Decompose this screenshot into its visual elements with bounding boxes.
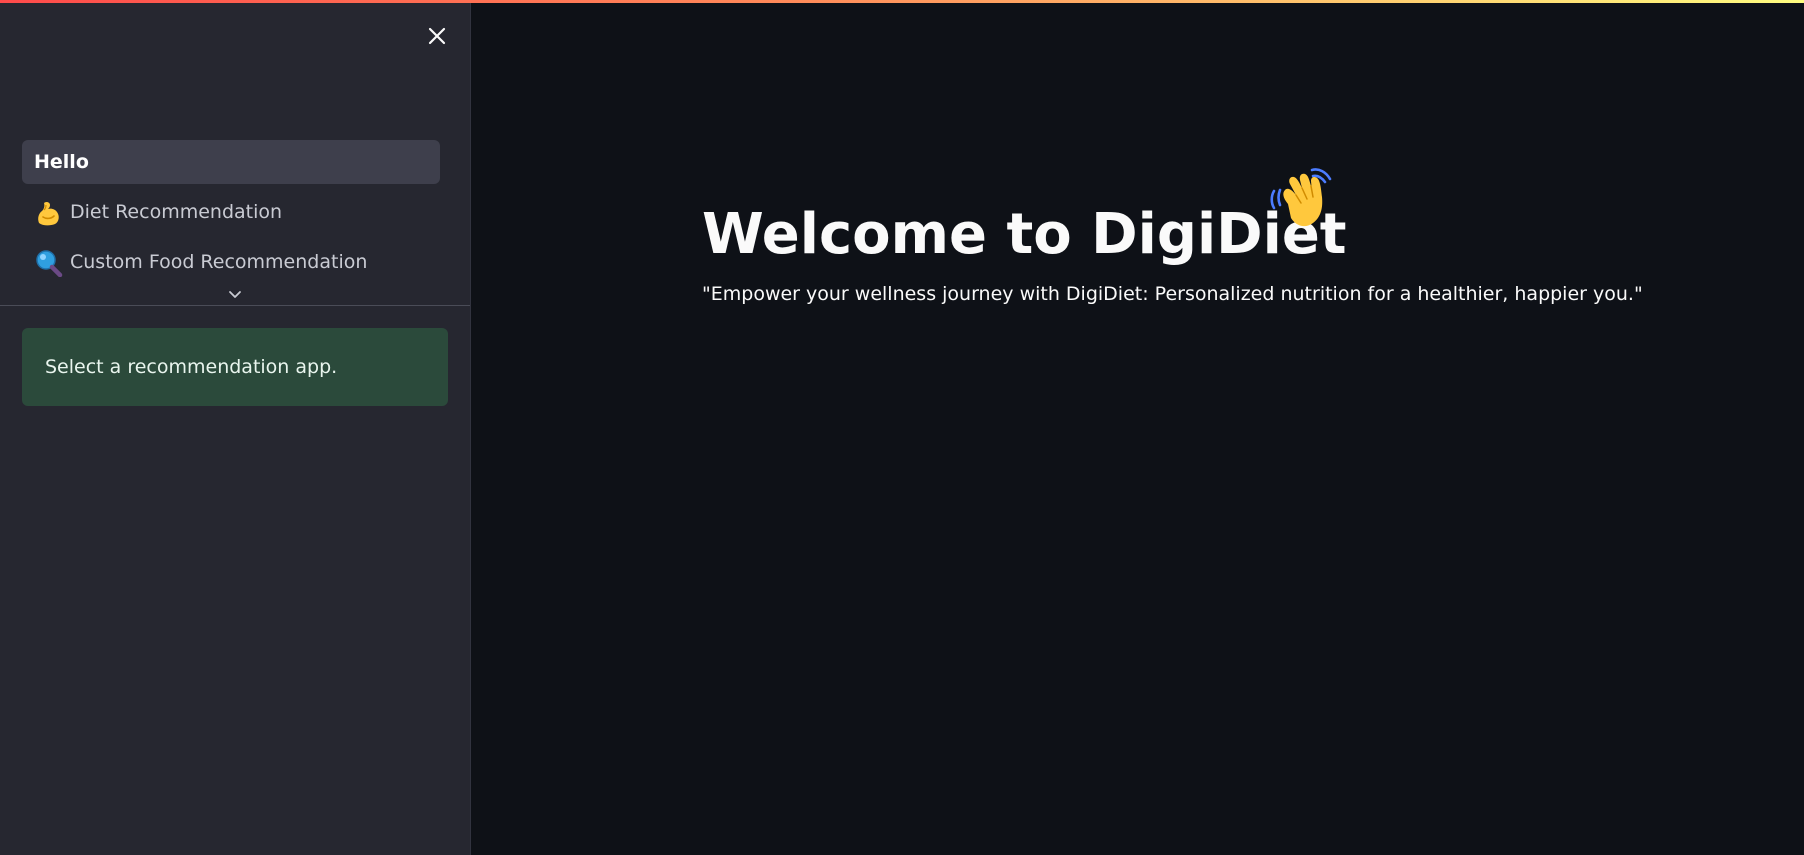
close-icon — [428, 27, 446, 45]
chevron-down-icon — [229, 291, 241, 298]
flexed-biceps-icon — [34, 199, 64, 226]
sidebar-navigation: Hello Diet Recommendation Custom Food Re… — [22, 140, 440, 290]
expand-nav-button[interactable] — [226, 286, 244, 298]
sidebar: Hello Diet Recommendation Custom Food Re… — [0, 0, 471, 855]
sidebar-item-label: Custom Food Recommendation — [70, 251, 368, 273]
sidebar-item-custom-food-recommendation[interactable]: Custom Food Recommendation — [22, 240, 440, 284]
sidebar-item-hello[interactable]: Hello — [22, 140, 440, 184]
close-sidebar-button[interactable] — [423, 22, 451, 50]
top-decoration-bar — [0, 0, 1804, 3]
success-message: Select a recommendation app. — [22, 328, 448, 406]
sidebar-item-label: Hello — [34, 151, 89, 173]
page-title: Welcome to DigiDiet — [702, 201, 1347, 267]
sidebar-item-diet-recommendation[interactable]: Diet Recommendation — [22, 190, 440, 234]
waving-hand-icon — [1268, 166, 1338, 232]
page-subtitle: "Empower your wellness journey with Digi… — [702, 283, 1643, 305]
success-message-text: Select a recommendation app. — [45, 356, 338, 378]
sidebar-divider — [0, 305, 470, 306]
magnifying-glass-icon — [34, 249, 64, 278]
sidebar-item-label: Diet Recommendation — [70, 201, 283, 223]
